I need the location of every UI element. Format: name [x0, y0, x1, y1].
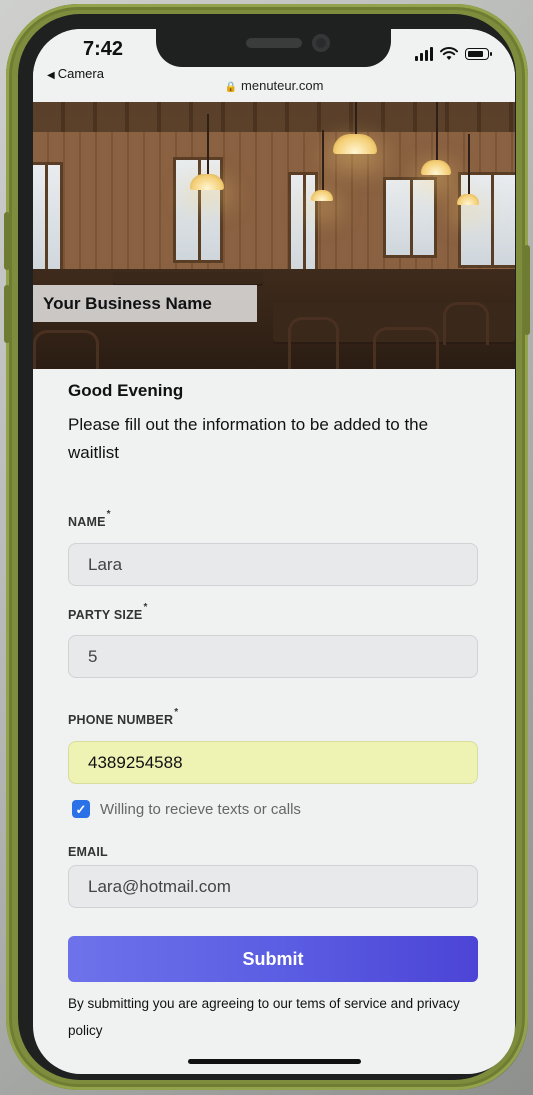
required-marker: * — [143, 602, 148, 613]
name-label: NAME* — [68, 509, 111, 530]
party-size-field[interactable] — [68, 635, 478, 678]
phone-number-field[interactable] — [68, 741, 478, 784]
business-name: Your Business Name — [33, 285, 257, 322]
email-label: EMAIL — [68, 845, 108, 859]
signal-icon — [415, 47, 433, 61]
party-size-label: PARTY SIZE* — [68, 602, 148, 623]
greeting: Good Evening — [68, 381, 184, 400]
url-text: menuteur.com — [241, 78, 324, 93]
url-bar[interactable]: 🔒 menuteur.com — [33, 78, 515, 93]
front-camera — [312, 34, 330, 52]
status-bar: 7:42 ◀ Camera 🔒 menuteur.com — [33, 29, 515, 103]
screen: 7:42 ◀ Camera 🔒 menuteur.com Your Busine… — [33, 29, 515, 1074]
speaker — [246, 38, 302, 48]
required-marker: * — [106, 509, 111, 520]
power-button — [524, 245, 530, 335]
terms-text: By submitting you are agreeing to our te… — [68, 996, 460, 1038]
status-icons — [415, 47, 492, 61]
phone-number-label: PHONE NUMBER* — [68, 707, 179, 728]
instructions: Please fill out the information to be ad… — [68, 415, 429, 462]
consent-label: Willing to recieve texts or calls — [100, 800, 301, 818]
home-indicator — [188, 1059, 361, 1064]
consent-checkbox[interactable]: ✓ — [72, 800, 90, 818]
email-field[interactable] — [68, 865, 478, 908]
volume-down-button — [4, 285, 10, 343]
restaurant-hero-image: Your Business Name — [33, 102, 515, 369]
name-field[interactable] — [68, 543, 478, 586]
consent-row[interactable]: ✓ Willing to recieve texts or calls — [72, 800, 301, 818]
lock-icon: 🔒 — [224, 82, 238, 93]
submit-button[interactable]: Submit — [68, 936, 478, 982]
clock: 7:42 — [83, 38, 124, 60]
checkmark-icon: ✓ — [75, 801, 87, 817]
wifi-icon — [440, 47, 458, 60]
required-marker: * — [174, 707, 179, 718]
notch — [156, 29, 391, 67]
volume-up-button — [4, 212, 10, 270]
battery-icon — [465, 48, 492, 60]
